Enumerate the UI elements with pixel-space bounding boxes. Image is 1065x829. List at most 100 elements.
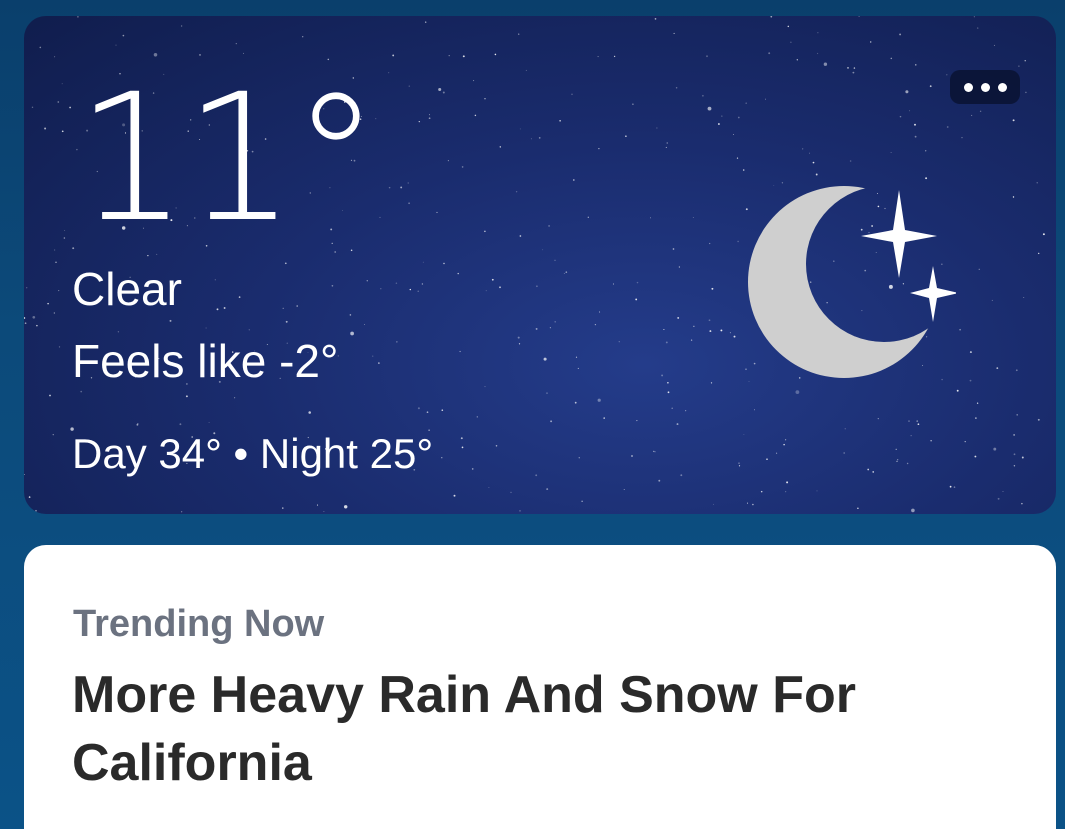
background-star (549, 327, 551, 329)
background-star (517, 336, 520, 339)
background-star (52, 434, 54, 436)
background-star (442, 91, 445, 94)
background-star (243, 52, 244, 54)
background-star (525, 69, 527, 71)
background-star (485, 290, 487, 292)
background-star (895, 448, 897, 450)
background-star (890, 152, 892, 153)
background-star (418, 120, 420, 123)
background-star (869, 41, 872, 43)
background-star (720, 329, 723, 332)
background-star (717, 123, 720, 125)
background-star (426, 411, 429, 414)
trending-news-card[interactable]: Trending Now More Heavy Rain And Snow Fo… (24, 545, 1056, 829)
background-star (181, 511, 183, 513)
background-star (978, 268, 980, 270)
background-star (914, 123, 916, 126)
background-star (996, 367, 999, 369)
background-star (709, 242, 711, 245)
background-star (692, 216, 694, 218)
background-star (746, 502, 749, 504)
condition-text: Clear (72, 263, 182, 315)
background-star (471, 468, 474, 470)
background-star (953, 486, 956, 488)
background-star (812, 161, 815, 164)
background-star (510, 491, 512, 494)
background-star (618, 341, 620, 343)
background-star (571, 93, 573, 96)
background-star (58, 290, 60, 292)
background-star (896, 460, 898, 462)
background-star (474, 114, 477, 117)
background-star (635, 298, 638, 301)
background-star (675, 87, 678, 89)
background-star (574, 401, 577, 404)
background-star (461, 166, 464, 168)
background-star (438, 87, 442, 92)
background-star (787, 25, 790, 28)
background-star (784, 439, 787, 441)
background-star (331, 284, 334, 287)
background-star (425, 21, 427, 23)
background-star (899, 115, 902, 118)
background-star (857, 507, 859, 509)
background-star (858, 16, 860, 17)
background-star (453, 494, 456, 497)
background-star (26, 287, 28, 289)
more-options-button[interactable] (950, 70, 1020, 104)
background-star (64, 230, 66, 231)
background-star (484, 230, 486, 233)
background-star (908, 420, 910, 422)
background-star (366, 280, 368, 282)
background-star (581, 500, 583, 502)
background-star (975, 417, 977, 419)
background-star (460, 437, 463, 440)
background-star (519, 235, 522, 237)
background-star (776, 452, 778, 454)
background-star (843, 452, 846, 454)
background-star (1023, 296, 1025, 299)
background-star (35, 509, 37, 512)
background-star (462, 55, 465, 58)
background-star (28, 496, 31, 498)
background-star (538, 137, 541, 139)
background-star (550, 420, 553, 423)
background-star (906, 462, 909, 465)
background-star (678, 266, 681, 268)
background-star (844, 428, 846, 430)
background-star (959, 328, 961, 331)
current-temperature: 11° (76, 56, 380, 261)
background-star (816, 490, 818, 492)
background-star (27, 18, 29, 20)
background-star (632, 103, 634, 106)
background-star (1013, 434, 1015, 436)
background-star (929, 85, 932, 88)
current-conditions-card[interactable]: 11° Clear Feels like -2° Day 34° • Night… (24, 16, 1056, 514)
background-star (710, 382, 713, 384)
background-star (395, 282, 398, 285)
background-star (872, 471, 875, 473)
background-star (768, 52, 771, 55)
background-star (666, 142, 668, 144)
background-star (380, 288, 382, 290)
background-star (49, 394, 51, 397)
background-star (372, 355, 374, 357)
news-headline[interactable]: More Heavy Rain And Snow For California (72, 661, 972, 797)
background-star (575, 356, 578, 358)
background-star (738, 462, 740, 464)
background-star (80, 390, 83, 393)
background-star (849, 160, 852, 162)
background-star (961, 137, 963, 139)
background-star (443, 262, 445, 265)
background-star (708, 319, 711, 322)
background-star (519, 510, 521, 512)
background-star (823, 62, 828, 66)
background-star (917, 423, 920, 426)
background-star (597, 398, 601, 402)
background-star (115, 44, 117, 46)
background-star (974, 455, 977, 458)
background-star (946, 74, 948, 76)
background-star (530, 138, 532, 140)
background-star (565, 271, 568, 273)
background-star (323, 510, 325, 512)
